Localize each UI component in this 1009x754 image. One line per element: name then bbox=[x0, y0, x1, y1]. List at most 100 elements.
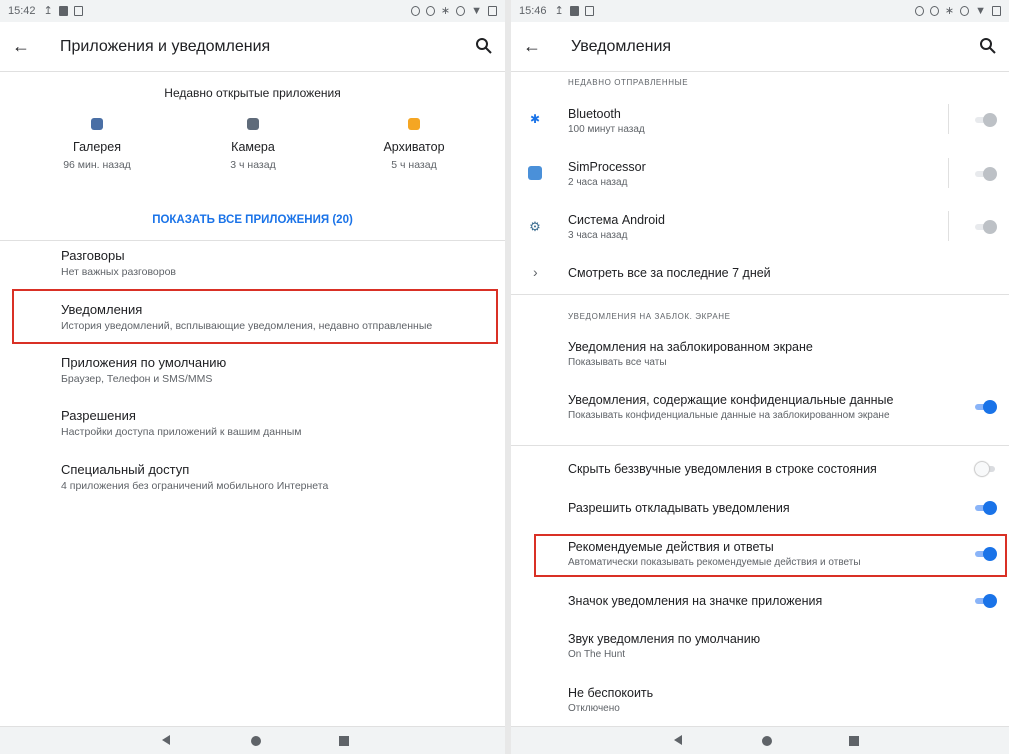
list-item-subtitle: Браузер, Телефон и SMS/MMS bbox=[61, 373, 213, 385]
do-not-disturb[interactable]: Не беспокоить Отключено bbox=[568, 686, 939, 714]
nav-recents-icon[interactable] bbox=[849, 736, 859, 746]
notification-time: 100 минут назад bbox=[568, 124, 645, 135]
notification-icon bbox=[569, 6, 579, 16]
right-screen: 15:46 ↥ ∗ ▼ ← Уведомления НЕДАВНО ОТПРАВ… bbox=[511, 0, 1009, 754]
nav-back-icon[interactable] bbox=[162, 735, 170, 745]
nav-recents-icon[interactable] bbox=[339, 736, 349, 746]
list-item-title: Разрешения bbox=[61, 408, 136, 423]
upload-icon: ↥ bbox=[554, 5, 564, 17]
nav-back-icon[interactable] bbox=[674, 735, 682, 745]
upload-icon: ↥ bbox=[43, 5, 53, 17]
back-arrow-icon[interactable]: ← bbox=[511, 36, 553, 57]
android-system-toggle[interactable] bbox=[975, 220, 997, 234]
status-time: 15:46 bbox=[519, 5, 547, 17]
page-title: Уведомления bbox=[571, 37, 672, 55]
gallery-icon bbox=[91, 118, 103, 130]
setting-subtitle: On The Hunt bbox=[568, 649, 626, 660]
section-header-recent: НЕДАВНО ОТПРАВЛЕННЫЕ bbox=[568, 78, 689, 87]
notification-time: 2 часа назад bbox=[568, 177, 628, 188]
recent-app-camera[interactable]: Камера 3 ч назад bbox=[193, 118, 313, 171]
allow-snooze[interactable]: Разрешить откладывать уведомления bbox=[568, 501, 939, 515]
divider bbox=[948, 104, 949, 134]
list-item-special-access[interactable]: Специальный доступ 4 приложения без огра… bbox=[61, 462, 495, 492]
sim-icon bbox=[584, 6, 594, 16]
back-arrow-icon[interactable]: ← bbox=[0, 36, 42, 57]
list-item-conversations[interactable]: Разговоры Нет важных разговоров bbox=[61, 248, 495, 278]
sensitive-notifications[interactable]: Уведомления, содержащие конфиденциальные… bbox=[568, 393, 939, 421]
list-item-title: Специальный доступ bbox=[61, 462, 190, 477]
recent-app-name: Галерея bbox=[73, 140, 121, 154]
list-item-subtitle: 4 приложения без ограничений мобильного … bbox=[61, 480, 329, 492]
search-icon[interactable] bbox=[979, 37, 997, 55]
divider bbox=[511, 445, 1009, 446]
divider bbox=[511, 294, 1009, 295]
notification-app-name: Система Android bbox=[568, 213, 665, 227]
highlight-box bbox=[534, 534, 1007, 577]
notification-app-name: Bluetooth bbox=[568, 107, 621, 121]
divider bbox=[948, 158, 949, 188]
recent-app-time: 3 ч назад bbox=[230, 159, 276, 171]
sim-icon bbox=[73, 6, 83, 16]
bluetooth-toggle[interactable] bbox=[975, 113, 997, 127]
recent-app-gallery[interactable]: Галерея 96 мин. назад bbox=[37, 118, 157, 171]
lock-screen-notifications[interactable]: Уведомления на заблокированном экране По… bbox=[568, 340, 939, 368]
bluetooth-status-icon: ∗ bbox=[440, 5, 451, 17]
setting-title: Звук уведомления по умолчанию bbox=[568, 632, 761, 646]
setting-title: Уведомления, содержащие конфиденциальные… bbox=[568, 393, 894, 407]
camera-icon bbox=[247, 118, 259, 130]
search-icon[interactable] bbox=[475, 37, 493, 55]
setting-title: Уведомления на заблокированном экране bbox=[568, 340, 813, 354]
allow-snooze-toggle[interactable] bbox=[975, 501, 997, 515]
default-notification-sound[interactable]: Звук уведомления по умолчанию On The Hun… bbox=[568, 632, 939, 660]
divider bbox=[948, 211, 949, 241]
setting-title: Значок уведомления на значке приложения bbox=[568, 594, 823, 608]
app-bar: ← Уведомления bbox=[511, 22, 1009, 72]
setting-title: Скрыть беззвучные уведомления в строке с… bbox=[568, 462, 877, 476]
chevron-right-icon: › bbox=[533, 264, 538, 280]
nav-home-icon[interactable] bbox=[762, 736, 772, 746]
recent-notification-android-system[interactable]: Система Android 3 часа назад bbox=[568, 213, 939, 241]
simprocessor-toggle[interactable] bbox=[975, 167, 997, 181]
recent-app-name: Камера bbox=[231, 140, 275, 154]
list-item-subtitle: Нет важных разговоров bbox=[61, 266, 177, 278]
status-bar: 15:42 ↥ ∗ ▼ bbox=[0, 0, 505, 22]
show-all-apps-button[interactable]: ПОКАЗАТЬ ВСЕ ПРИЛОЖЕНИЯ (20) bbox=[0, 214, 505, 226]
notification-badge-toggle[interactable] bbox=[975, 594, 997, 608]
nav-bar bbox=[511, 726, 1009, 754]
setting-subtitle: Показывать все чаты bbox=[568, 357, 667, 368]
recent-notification-bluetooth[interactable]: Bluetooth 100 минут назад bbox=[568, 107, 939, 135]
list-item-subtitle: Настройки доступа приложений к вашим дан… bbox=[61, 426, 302, 438]
setting-title: Не беспокоить bbox=[568, 686, 654, 700]
recent-app-name: Архиватор bbox=[383, 140, 445, 154]
status-bar: 15:46 ↥ ∗ ▼ bbox=[511, 0, 1009, 22]
bluetooth-icon: ✱ bbox=[528, 112, 542, 126]
list-item-title: Приложения по умолчанию bbox=[61, 355, 227, 370]
hide-silent-notifications[interactable]: Скрыть беззвучные уведомления в строке с… bbox=[568, 462, 939, 476]
recent-app-archiver[interactable]: Архиватор 5 ч назад bbox=[354, 118, 474, 171]
android-system-icon: ⚙ bbox=[528, 219, 542, 234]
wifi-icon: ▼ bbox=[471, 5, 482, 17]
vibrate-icon bbox=[456, 6, 466, 16]
recent-app-time: 5 ч назад bbox=[391, 159, 437, 171]
app-bar: ← Приложения и уведомления bbox=[0, 22, 505, 72]
archiver-icon bbox=[408, 118, 420, 130]
recent-apps-heading: Недавно открытые приложения bbox=[164, 86, 341, 100]
simprocessor-icon bbox=[528, 166, 542, 180]
status-time: 15:42 bbox=[8, 5, 36, 17]
list-item-default-apps[interactable]: Приложения по умолчанию Браузер, Телефон… bbox=[61, 355, 495, 385]
notification-icon bbox=[58, 6, 68, 16]
list-item-permissions[interactable]: Разрешения Настройки доступа приложений … bbox=[61, 408, 495, 438]
recent-notification-simprocessor[interactable]: SimProcessor 2 часа назад bbox=[568, 160, 939, 188]
nav-home-icon[interactable] bbox=[251, 736, 261, 746]
recent-app-time: 96 мин. назад bbox=[63, 159, 131, 171]
highlight-box bbox=[12, 289, 498, 344]
sensitive-notifications-toggle[interactable] bbox=[975, 400, 997, 414]
notification-badge[interactable]: Значок уведомления на значке приложения bbox=[568, 594, 939, 608]
hide-silent-notifications-toggle[interactable] bbox=[975, 462, 997, 476]
wifi-icon: ▼ bbox=[975, 5, 986, 17]
recent-apps-row: Галерея 96 мин. назад Камера 3 ч назад А… bbox=[0, 118, 505, 202]
battery-icon bbox=[488, 6, 497, 16]
section-header-lock-screen: УВЕДОМЛЕНИЯ НА ЗАБЛОК. ЭКРАНЕ bbox=[568, 312, 731, 321]
setting-subtitle: Отключено bbox=[568, 703, 620, 714]
see-all-notifications[interactable]: Смотреть все за последние 7 дней bbox=[568, 266, 939, 280]
